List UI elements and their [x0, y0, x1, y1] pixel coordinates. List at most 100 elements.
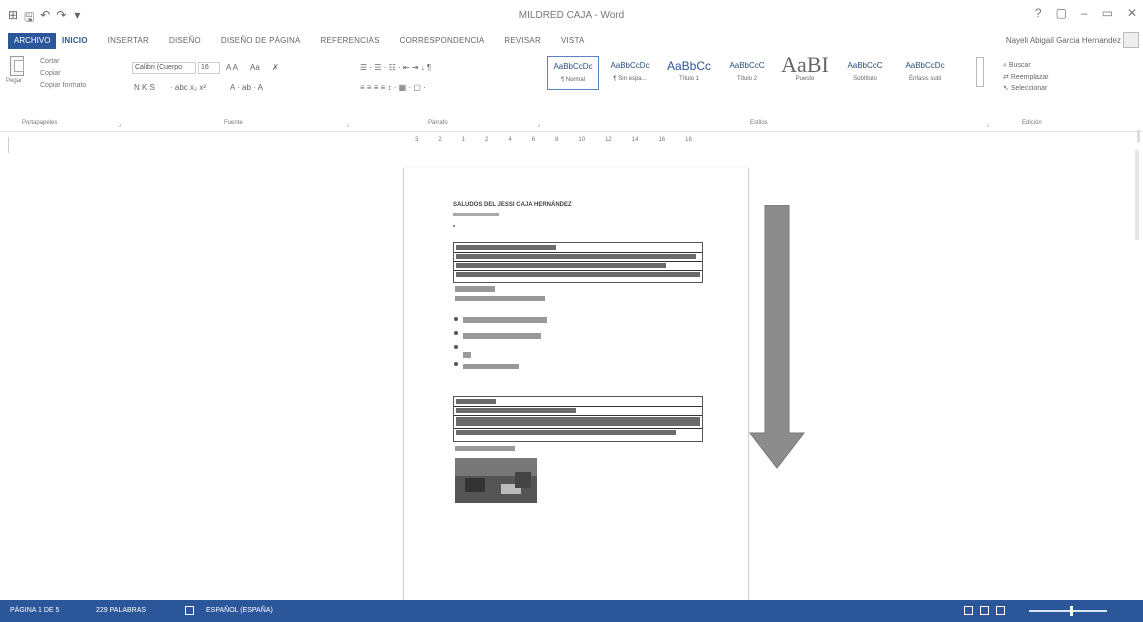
style-subtle-emphasis[interactable]: AaBbCcDc Énfasis sutil: [895, 56, 955, 90]
avatar[interactable]: [1123, 32, 1139, 48]
style-title[interactable]: AaBI Puesto: [775, 52, 835, 90]
tab-page-layout[interactable]: DISEÑO DE PÁGINA: [221, 36, 301, 45]
paragraph-row-2[interactable]: ≡ ≡ ≡ ≡ ↕ · ▦ · ▢ ·: [360, 83, 426, 92]
font-name-select[interactable]: Calibri (Cuerpo: [132, 62, 196, 74]
style-subtitle-name: Subtítulo: [853, 76, 877, 82]
text-line: [455, 446, 515, 451]
help-icon[interactable]: ?: [1035, 6, 1042, 20]
text-effects-colors[interactable]: A · ab · A: [230, 83, 263, 92]
style-subtle-emphasis-name: Énfasis sutil: [908, 76, 941, 82]
select-button[interactable]: ↖ Seleccionar: [1003, 84, 1049, 95]
minimize-button[interactable]: –: [1081, 6, 1088, 20]
tab-design[interactable]: DISEÑO: [169, 36, 201, 45]
horizontal-ruler[interactable]: 3 2 1 2 4 6 8 10 12 14 16 18: [409, 137, 749, 149]
text-line: [455, 296, 545, 301]
tab-view[interactable]: VISTA: [561, 36, 585, 45]
select-label: Seleccionar: [1010, 85, 1048, 92]
ruler-number: 16: [658, 137, 666, 143]
tab-mailings[interactable]: CORRESPONDENCIA: [400, 36, 485, 45]
user-name[interactable]: Nayeli Abigail Garcia Hernandez: [1006, 36, 1121, 45]
ruler-number: 12: [605, 137, 612, 143]
paste-button[interactable]: Pegar: [6, 78, 22, 84]
list-item: [463, 333, 541, 339]
vertical-scrollbar[interactable]: [1135, 150, 1139, 240]
read-mode-icon[interactable]: [964, 606, 973, 615]
grow-shrink-font[interactable]: A A: [226, 63, 238, 72]
styles-launcher-icon[interactable]: ⌟: [986, 120, 989, 128]
style-no-spacing[interactable]: AaBbCcDc ¶ Sin espa...: [603, 56, 657, 90]
ruler-numbers: 3 2 1 2 4 6 8 10 12 14 16 18: [409, 137, 692, 143]
copy-button[interactable]: Copiar: [40, 70, 61, 77]
web-layout-icon[interactable]: [996, 606, 1005, 615]
word-count[interactable]: 229 PALABRAS: [96, 607, 146, 614]
find-label: Buscar: [1008, 62, 1031, 69]
ruler-number: 4: [508, 137, 512, 143]
ribbon-tabs: ARCHIVO INICIO INSERTAR DISEÑO DISEÑO DE…: [0, 30, 1143, 52]
format-painter-button[interactable]: Copiar formato: [40, 82, 86, 89]
clipboard-launcher-icon[interactable]: ⌟: [118, 120, 121, 128]
list-item: [463, 364, 519, 369]
replace-button[interactable]: ⇄ Reemplazar: [1003, 73, 1049, 84]
list-bullet: [454, 345, 458, 349]
table-divider: [454, 415, 702, 416]
cut-button[interactable]: Cortar: [40, 58, 59, 65]
list-bullet: [454, 331, 458, 335]
down-arrow-icon: [749, 205, 805, 469]
tab-insert[interactable]: INSERTAR: [108, 36, 149, 45]
tab-review[interactable]: REVISAR: [504, 36, 541, 45]
document-page[interactable]: SALUDOS DEL JESSI CAJA HERNÁNDEZ: [403, 168, 749, 608]
maximize-button[interactable]: ▭: [1102, 6, 1113, 20]
find-button[interactable]: ⌕ Buscar: [1003, 62, 1049, 73]
language-indicator[interactable]: ESPAÑOL (ESPAÑA): [206, 607, 273, 614]
style-normal-preview: AaBbCcDc: [553, 62, 593, 71]
ruler-number: 2: [438, 137, 442, 143]
style-normal[interactable]: AaBbCcDc ¶ Normal: [547, 56, 599, 90]
paste-icon[interactable]: [10, 56, 24, 76]
clear-format-icon[interactable]: ✗: [272, 63, 279, 72]
cursor-icon: ↖: [1003, 85, 1011, 92]
ruler-number: 8: [555, 137, 559, 143]
title-bar: ⊞ 🖫 ↶ ↷ ▾ MILDRED CAJA - Word ? ▢ – ▭ ✕: [0, 0, 1143, 30]
page-count[interactable]: PÁGINA 1 DE 5: [10, 607, 59, 614]
font-launcher-icon[interactable]: ⌟: [346, 120, 349, 128]
paragraph-mark: [453, 225, 455, 227]
style-heading-2[interactable]: AaBbCcC Título 2: [722, 56, 772, 90]
ribbon-collapse-handle[interactable]: [1137, 130, 1140, 142]
paragraph-row-1[interactable]: ☰ · ☰ · ☷ · ⇤ ⇥ ↓ ¶: [360, 63, 431, 72]
zoom-slider-handle[interactable]: [1070, 606, 1073, 616]
zoom-slider[interactable]: [1029, 610, 1107, 612]
table-row: [456, 408, 576, 413]
style-subtitle[interactable]: AaBbCcC Subtítulo: [839, 56, 891, 90]
table-row: [456, 399, 496, 404]
document-table-1[interactable]: [453, 242, 703, 283]
list-bullet: [454, 317, 458, 321]
window-title: MILDRED CAJA - Word: [518, 10, 625, 21]
style-heading-1[interactable]: AaBbCc Título 1: [659, 56, 719, 90]
document-image[interactable]: [455, 458, 537, 503]
replace-icon: ⇄: [1003, 74, 1011, 81]
close-button[interactable]: ✕: [1127, 6, 1137, 20]
strike-sub-super[interactable]: · abc x₂ x²: [170, 83, 206, 92]
document-heading: SALUDOS DEL JESSI CAJA HERNÁNDEZ: [453, 202, 572, 208]
image-region: [465, 478, 485, 492]
table-divider: [454, 261, 702, 262]
styles-label: Estilos: [750, 120, 768, 126]
ribbon-display-icon[interactable]: ▢: [1056, 6, 1067, 20]
bold-italic-underline[interactable]: N K S: [134, 83, 155, 92]
proofing-icon[interactable]: [185, 606, 194, 615]
vertical-ruler: [8, 137, 14, 153]
tab-home[interactable]: INICIO: [62, 36, 88, 45]
ruler-number: 6: [531, 137, 536, 143]
change-case-button[interactable]: Aa: [250, 63, 260, 72]
print-layout-icon[interactable]: [980, 606, 989, 615]
tab-file[interactable]: ARCHIVO: [8, 33, 57, 49]
paragraph-launcher-icon[interactable]: ⌟: [537, 120, 540, 128]
font-label: Fuente: [224, 120, 243, 126]
font-size-select[interactable]: 16: [198, 62, 220, 74]
style-title-preview: AaBI: [781, 52, 829, 77]
tab-references[interactable]: REFERENCIAS: [321, 36, 380, 45]
paragraph-label: Párrafo: [428, 120, 448, 126]
table-divider: [454, 252, 702, 253]
styles-scroll[interactable]: [976, 57, 984, 87]
document-table-2[interactable]: [453, 396, 703, 442]
